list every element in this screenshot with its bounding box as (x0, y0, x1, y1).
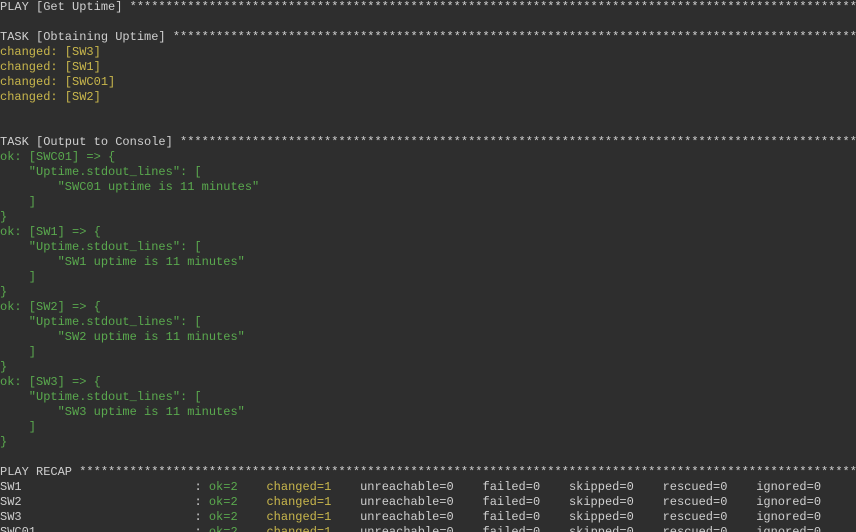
stdout-value: "SWC01 uptime is 11 minutes" (0, 180, 856, 195)
recap-skipped: skipped=0 (569, 525, 634, 532)
blank-line (0, 450, 856, 465)
recap-failed: failed=0 (483, 525, 541, 532)
recap-rescued: rescued=0 (663, 525, 728, 532)
recap-host: SW3 (0, 510, 22, 524)
close-bracket: ] (0, 195, 856, 210)
recap-failed: failed=0 (483, 495, 541, 509)
recap-row: SW2 : ok=2 changed=1 unreachable=0 faile… (0, 495, 856, 510)
ok-line: ok: [SW3] => { (0, 375, 856, 390)
pad (22, 480, 195, 494)
recap-sep: : (194, 510, 208, 524)
close-brace: } (0, 285, 856, 300)
recap-unreachable: unreachable=0 (360, 480, 454, 494)
stdout-value: "SW1 uptime is 11 minutes" (0, 255, 856, 270)
recap-host: SWC01 (0, 525, 36, 532)
recap-row: SW1 : ok=2 changed=1 unreachable=0 faile… (0, 480, 856, 495)
recap-ok: ok=2 (209, 480, 238, 494)
changed-line: changed: [SW3] (0, 45, 856, 60)
recap-changed: changed=1 (266, 480, 331, 494)
recap-ignored: ignored=0 (756, 480, 821, 494)
recap-ignored: ignored=0 (756, 510, 821, 524)
blank-line (0, 105, 856, 120)
close-brace: } (0, 210, 856, 225)
task-console-header: TASK [Output to Console] ***************… (0, 135, 856, 150)
recap-failed: failed=0 (483, 480, 541, 494)
changed-line: changed: [SW2] (0, 90, 856, 105)
recap-skipped: skipped=0 (569, 510, 634, 524)
close-brace: } (0, 435, 856, 450)
recap-ignored: ignored=0 (756, 525, 821, 532)
stdout-key: "Uptime.stdout_lines": [ (0, 165, 856, 180)
play-header: PLAY [Get Uptime] **********************… (0, 0, 856, 15)
blank-line (0, 15, 856, 30)
recap-sep: : (194, 525, 208, 532)
ansible-output-terminal: { "play": { "label": "PLAY [Get Uptime]"… (0, 0, 856, 532)
recap-ok: ok=2 (209, 495, 238, 509)
close-bracket: ] (0, 270, 856, 285)
pad (36, 525, 194, 532)
pad (22, 510, 195, 524)
recap-unreachable: unreachable=0 (360, 510, 454, 524)
recap-host: SW2 (0, 495, 22, 509)
recap-host: SW1 (0, 480, 22, 494)
stdout-value: "SW3 uptime is 11 minutes" (0, 405, 856, 420)
task-uptime-header: TASK [Obtaining Uptime] ****************… (0, 30, 856, 45)
ok-line: ok: [SWC01] => { (0, 150, 856, 165)
changed-line: changed: [SWC01] (0, 75, 856, 90)
close-bracket: ] (0, 345, 856, 360)
ok-line: ok: [SW2] => { (0, 300, 856, 315)
recap-rescued: rescued=0 (663, 510, 728, 524)
stdout-key: "Uptime.stdout_lines": [ (0, 315, 856, 330)
recap-ok: ok=2 (209, 510, 238, 524)
recap-changed: changed=1 (266, 510, 331, 524)
recap-header: PLAY RECAP *****************************… (0, 465, 856, 480)
recap-row: SWC01 : ok=2 changed=1 unreachable=0 fai… (0, 525, 856, 532)
recap-failed: failed=0 (483, 510, 541, 524)
recap-changed: changed=1 (266, 525, 331, 532)
recap-row: SW3 : ok=2 changed=1 unreachable=0 faile… (0, 510, 856, 525)
stdout-key: "Uptime.stdout_lines": [ (0, 390, 856, 405)
ok-line: ok: [SW1] => { (0, 225, 856, 240)
recap-rescued: rescued=0 (663, 495, 728, 509)
recap-sep: : (194, 495, 208, 509)
recap-skipped: skipped=0 (569, 480, 634, 494)
recap-unreachable: unreachable=0 (360, 495, 454, 509)
recap-unreachable: unreachable=0 (360, 525, 454, 532)
recap-sep: : (194, 480, 208, 494)
stdout-value: "SW2 uptime is 11 minutes" (0, 330, 856, 345)
close-brace: } (0, 360, 856, 375)
recap-rescued: rescued=0 (663, 480, 728, 494)
stdout-key: "Uptime.stdout_lines": [ (0, 240, 856, 255)
close-bracket: ] (0, 420, 856, 435)
recap-ok: ok=2 (209, 525, 238, 532)
changed-line: changed: [SW1] (0, 60, 856, 75)
recap-changed: changed=1 (266, 495, 331, 509)
pad (22, 495, 195, 509)
blank-line (0, 120, 856, 135)
recap-skipped: skipped=0 (569, 495, 634, 509)
recap-ignored: ignored=0 (756, 495, 821, 509)
